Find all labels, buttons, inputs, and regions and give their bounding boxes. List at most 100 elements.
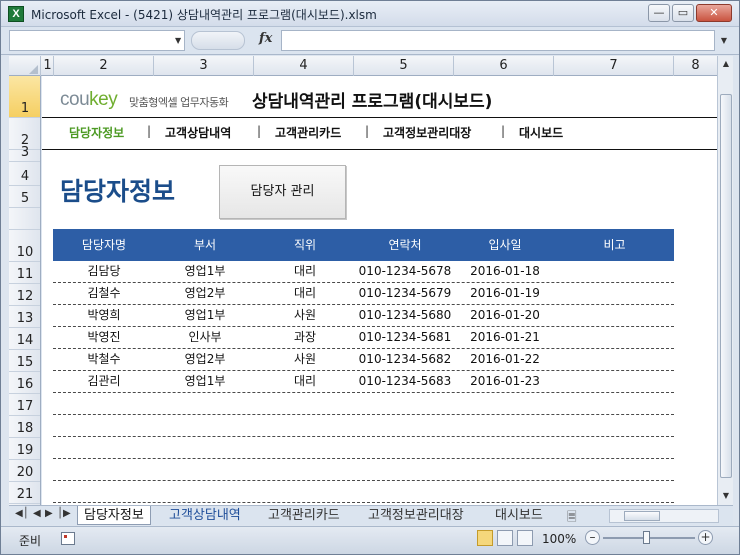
table-row[interactable]: 박철수 영업2부 사원 010-1234-5682 2016-01-22 <box>53 349 674 371</box>
cell-contact[interactable] <box>355 481 455 503</box>
prev-sheet-icon[interactable]: ◀ <box>33 508 41 519</box>
vertical-scroll-thumb[interactable] <box>720 94 732 478</box>
cell-department[interactable]: 영업2부 <box>155 283 255 305</box>
expand-formula-bar-icon[interactable]: ▼ <box>717 30 731 51</box>
cell-remarks[interactable] <box>555 327 674 349</box>
formula-bar-splitter[interactable] <box>191 31 245 50</box>
row-header[interactable]: 3 <box>9 145 40 162</box>
table-row[interactable] <box>53 459 674 481</box>
cell-position[interactable] <box>255 459 355 481</box>
cell-remarks[interactable] <box>555 349 674 371</box>
row-header-hidden-group[interactable] <box>9 208 40 230</box>
column-header[interactable]: 3 <box>154 56 254 76</box>
cell-remarks[interactable] <box>555 415 674 437</box>
table-row[interactable] <box>53 481 674 503</box>
select-all-button[interactable] <box>9 56 41 76</box>
cell-name[interactable]: 박철수 <box>53 349 155 371</box>
nav-item-manager-info[interactable]: 담당자정보 <box>69 124 124 141</box>
cell-remarks[interactable] <box>555 283 674 305</box>
sheet-tab-customer-card[interactable]: 고객관리카드 <box>262 506 346 525</box>
cell-department[interactable]: 영업1부 <box>155 371 255 393</box>
cell-name[interactable]: 김담당 <box>53 261 155 283</box>
cell-hire-date[interactable]: 2016-01-19 <box>455 283 555 305</box>
cell-remarks[interactable] <box>555 371 674 393</box>
row-header[interactable]: 10 <box>9 230 40 262</box>
sheet-tab-customer-ledger[interactable]: 고객정보관리대장 <box>362 506 470 525</box>
minimize-button[interactable]: — <box>648 4 670 22</box>
formula-input[interactable] <box>281 30 715 51</box>
horizontal-scrollbar[interactable] <box>609 509 719 523</box>
cell-department[interactable]: 인사부 <box>155 327 255 349</box>
cell-department[interactable]: 영업2부 <box>155 349 255 371</box>
cell-contact[interactable]: 010-1234-5680 <box>355 305 455 327</box>
cell-name[interactable]: 김관리 <box>53 371 155 393</box>
cell-contact[interactable]: 010-1234-5678 <box>355 261 455 283</box>
cell-remarks[interactable] <box>555 481 674 503</box>
scroll-up-icon[interactable]: ▲ <box>718 56 734 72</box>
cell-remarks[interactable] <box>555 261 674 283</box>
cell-remarks[interactable] <box>555 459 674 481</box>
cell-contact[interactable] <box>355 415 455 437</box>
table-row[interactable]: 김관리 영업1부 대리 010-1234-5683 2016-01-23 <box>53 371 674 393</box>
macro-record-icon[interactable] <box>61 532 75 545</box>
vertical-scrollbar[interactable]: ▲ ▼ <box>717 56 733 505</box>
nav-item-customer-card[interactable]: 고객관리카드 <box>275 124 341 141</box>
cell-remarks[interactable] <box>555 393 674 415</box>
cell-department[interactable] <box>155 393 255 415</box>
zoom-out-button[interactable]: – <box>585 530 600 545</box>
row-header[interactable]: 13 <box>9 306 40 328</box>
row-header[interactable]: 17 <box>9 394 40 416</box>
zoom-slider-thumb[interactable] <box>643 531 650 544</box>
table-row[interactable]: 김담당 영업1부 대리 010-1234-5678 2016-01-18 <box>53 261 674 283</box>
cell-remarks[interactable] <box>555 305 674 327</box>
row-header[interactable]: 4 <box>9 162 40 186</box>
column-header[interactable]: 7 <box>554 56 674 76</box>
cell-department[interactable] <box>155 437 255 459</box>
cell-hire-date[interactable] <box>455 459 555 481</box>
cell-position[interactable] <box>255 415 355 437</box>
next-sheet-icon[interactable]: ▶ <box>45 508 53 519</box>
cell-name[interactable] <box>53 481 155 503</box>
cell-name[interactable]: 박영진 <box>53 327 155 349</box>
table-row[interactable]: 박영진 인사부 과장 010-1234-5681 2016-01-21 <box>53 327 674 349</box>
cell-hire-date[interactable]: 2016-01-21 <box>455 327 555 349</box>
cell-department[interactable] <box>155 459 255 481</box>
cell-name[interactable] <box>53 459 155 481</box>
worksheet-area[interactable]: coukey 맞춤형엑셀 업무자동화 상담내역관리 프로그램(대시보드) 담당자… <box>42 76 717 505</box>
cell-hire-date[interactable]: 2016-01-23 <box>455 371 555 393</box>
cell-name[interactable] <box>53 393 155 415</box>
restore-button[interactable]: ▭ <box>672 4 694 22</box>
normal-view-button[interactable] <box>477 530 493 546</box>
cell-contact[interactable] <box>355 437 455 459</box>
cell-contact[interactable]: 010-1234-5679 <box>355 283 455 305</box>
cell-name[interactable]: 김철수 <box>53 283 155 305</box>
name-box-dropdown-icon[interactable]: ▼ <box>175 36 181 45</box>
nav-item-dashboard[interactable]: 대시보드 <box>519 124 563 141</box>
cell-hire-date[interactable] <box>455 481 555 503</box>
cell-department[interactable] <box>155 415 255 437</box>
row-header[interactable]: 18 <box>9 416 40 438</box>
horizontal-scroll-thumb[interactable] <box>624 511 660 521</box>
insert-function-icon[interactable]: fx <box>259 31 272 46</box>
cell-position[interactable]: 사원 <box>255 305 355 327</box>
cell-position[interactable]: 대리 <box>255 261 355 283</box>
sheet-tab-dashboard[interactable]: 대시보드 <box>489 506 549 525</box>
zoom-in-button[interactable]: + <box>698 530 713 545</box>
zoom-level[interactable]: 100% <box>542 532 576 546</box>
cell-position[interactable]: 대리 <box>255 371 355 393</box>
cell-contact[interactable]: 010-1234-5683 <box>355 371 455 393</box>
row-header[interactable]: 11 <box>9 262 40 284</box>
column-header[interactable]: 2 <box>54 56 154 76</box>
page-break-view-button[interactable] <box>517 530 533 546</box>
cell-position[interactable]: 과장 <box>255 327 355 349</box>
excel-app-icon[interactable]: X <box>8 6 24 22</box>
cell-position[interactable]: 사원 <box>255 349 355 371</box>
cell-remarks[interactable] <box>555 437 674 459</box>
row-header[interactable]: 15 <box>9 350 40 372</box>
manage-staff-button[interactable]: 담당자 관리 <box>219 165 346 219</box>
cell-position[interactable] <box>255 437 355 459</box>
table-row[interactable]: 박영희 영업1부 사원 010-1234-5680 2016-01-20 <box>53 305 674 327</box>
cell-contact[interactable] <box>355 459 455 481</box>
cell-hire-date[interactable] <box>455 415 555 437</box>
cell-name[interactable] <box>53 415 155 437</box>
